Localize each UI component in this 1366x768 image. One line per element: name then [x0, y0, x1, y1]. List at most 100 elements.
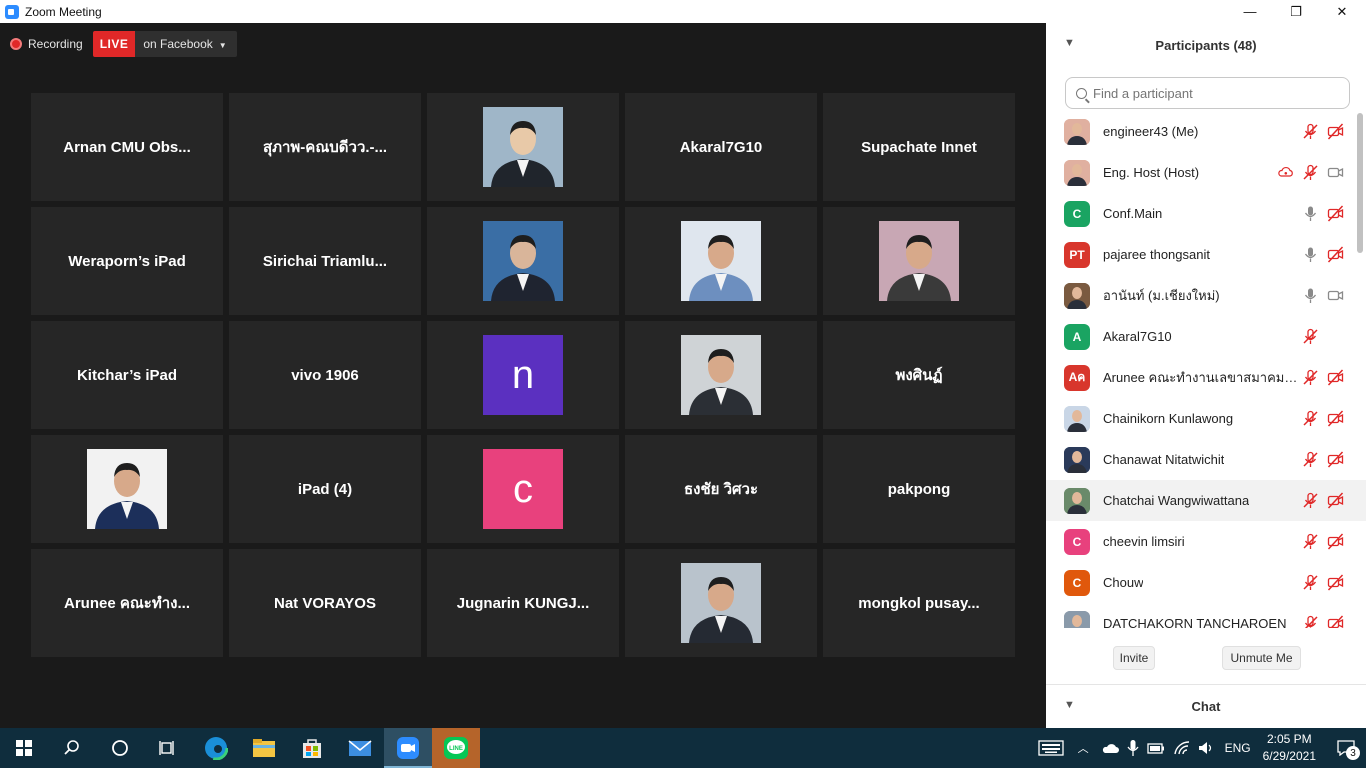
recording-label[interactable]: Recording — [28, 37, 83, 51]
video-tile[interactable]: Nat VORAYOS — [229, 549, 421, 657]
participant-row[interactable]: C Chouw — [1046, 562, 1366, 603]
zoom-taskbar-button[interactable] — [384, 728, 432, 768]
edge-taskbar-button[interactable] — [192, 728, 240, 768]
participant-name-label: iPad (4) — [297, 480, 353, 498]
live-badge[interactable]: LIVE — [92, 31, 136, 57]
chat-header[interactable]: ▼ Chat — [1046, 684, 1366, 728]
video-tile[interactable]: Supachate Innet — [823, 93, 1015, 201]
video-tile[interactable]: iPad (4) — [229, 435, 421, 543]
notification-center-button[interactable]: 3 — [1326, 728, 1366, 768]
participant-status-icons[interactable] — [1302, 410, 1344, 427]
video-stage: Recording LIVE on Facebook ▼ Arnan CMU Ob… — [0, 23, 1046, 728]
participant-status-icons[interactable] — [1302, 533, 1344, 550]
restore-button[interactable]: ❐ — [1273, 0, 1319, 23]
participant-row[interactable]: A Akaral7G10 — [1046, 316, 1366, 357]
mic-muted-icon — [1303, 492, 1318, 508]
title-bar: Zoom Meeting — ❐ ✕ — [0, 0, 1366, 23]
video-tile[interactable]: Jugnarin KUNGJ... — [427, 549, 619, 657]
participant-status-icons[interactable] — [1277, 164, 1344, 181]
video-tile[interactable]: Arunee คณะทำง... — [31, 549, 223, 657]
participant-status-icons[interactable] — [1302, 328, 1344, 345]
video-tile[interactable] — [31, 435, 223, 543]
close-button[interactable]: ✕ — [1319, 0, 1365, 23]
collapse-chevron-icon[interactable]: ▼ — [1064, 37, 1075, 49]
participant-list-scrollbar[interactable] — [1357, 113, 1363, 253]
participant-search[interactable] — [1065, 77, 1350, 109]
participant-row[interactable]: PT pajaree thongsanit — [1046, 234, 1366, 275]
participant-status-icons[interactable] — [1302, 205, 1344, 222]
window-title: Zoom Meeting — [25, 4, 102, 19]
mail-button[interactable] — [336, 728, 384, 768]
participant-row[interactable]: Chatchai Wangwiwattana — [1046, 480, 1366, 521]
mic-icon — [1304, 247, 1317, 262]
video-tile[interactable]: พงศินฏ์ — [823, 321, 1015, 429]
video-tile[interactable]: สุภาพ-คณบดีวว.-... — [229, 93, 421, 201]
search-taskbar-button[interactable] — [48, 728, 96, 768]
profile-photo — [681, 335, 761, 415]
participant-row[interactable]: Chainikorn Kunlawong — [1046, 398, 1366, 439]
participant-row[interactable]: engineer43 (Me) — [1046, 111, 1366, 152]
language-indicator[interactable]: ENG — [1225, 741, 1251, 755]
participant-status-icons[interactable] — [1302, 287, 1344, 304]
participant-row[interactable]: อานันท์ (ม.เชียงใหม่) — [1046, 275, 1366, 316]
video-tile[interactable] — [625, 321, 817, 429]
cortana-button[interactable] — [96, 728, 144, 768]
taskbar-search-icon — [64, 740, 79, 755]
participant-row[interactable]: Aค Arunee คณะทำงานเลขาสมาคมคณบ... — [1046, 357, 1366, 398]
video-tile[interactable] — [625, 549, 817, 657]
chevron-up-icon[interactable]: ︿ — [1078, 740, 1089, 756]
participant-status-icons[interactable] — [1302, 123, 1344, 140]
chat-chevron-icon[interactable]: ▼ — [1064, 699, 1075, 711]
video-tile[interactable]: Sirichai Triamlu... — [229, 207, 421, 315]
video-tile[interactable]: vivo 1906 — [229, 321, 421, 429]
participant-status-icons[interactable] — [1302, 369, 1344, 386]
participants-title: Participants (48) — [1155, 37, 1257, 53]
store-button[interactable] — [288, 728, 336, 768]
task-view-button[interactable] — [144, 728, 192, 768]
participant-name-label: Weraporn’s iPad — [68, 252, 186, 270]
participant-status-icons[interactable] — [1302, 574, 1344, 591]
video-tile[interactable]: ธงชัย วิศวะ — [625, 435, 817, 543]
unmute-me-button[interactable]: Unmute Me — [1222, 646, 1301, 670]
video-tile[interactable] — [427, 207, 619, 315]
video-tile[interactable]: Arnan CMU Obs... — [31, 93, 223, 201]
participant-name-label: vivo 1906 — [291, 366, 359, 384]
participant-status-icons[interactable] — [1302, 246, 1344, 263]
participant-status-icons[interactable] — [1302, 492, 1344, 509]
live-target-label: on Facebook — [143, 37, 213, 51]
participant-row[interactable]: Chanawat Nitatwichit — [1046, 439, 1366, 480]
participant-status-icons[interactable] — [1302, 451, 1344, 468]
line-taskbar-button[interactable]: LINE — [432, 728, 480, 768]
mic-muted-icon — [1303, 533, 1318, 549]
participant-avatar — [1064, 282, 1090, 309]
video-tile[interactable]: n — [427, 321, 619, 429]
participant-row[interactable]: DATCHAKORN TANCHAROEN — [1046, 603, 1366, 628]
letter-avatar: c — [483, 449, 563, 529]
participant-row[interactable]: C Conf.Main — [1046, 193, 1366, 234]
video-tile[interactable] — [625, 207, 817, 315]
live-target-dropdown[interactable]: on Facebook ▼ — [135, 31, 237, 57]
participant-name: อานันท์ (ม.เชียงใหม่) — [1103, 288, 1220, 303]
mic-muted-icon — [1303, 574, 1318, 590]
participant-status-icons[interactable] — [1302, 615, 1344, 628]
participant-row[interactable]: Ccheevin limsiri — [1046, 521, 1366, 562]
video-tile[interactable]: mongkol pusay... — [823, 549, 1015, 657]
task-view-icon — [159, 741, 174, 755]
invite-button[interactable]: Invite — [1113, 646, 1155, 670]
onedrive-icon — [1102, 744, 1119, 753]
participant-row[interactable]: Eng. Host (Host) — [1046, 152, 1366, 193]
start-button[interactable] — [0, 728, 48, 768]
video-off-icon — [1327, 410, 1344, 427]
video-tile[interactable] — [823, 207, 1015, 315]
clock[interactable]: 2:05 PM 6/29/2021 — [1263, 731, 1316, 765]
video-tile[interactable]: Weraporn’s iPad — [31, 207, 223, 315]
profile-photo — [87, 449, 167, 529]
video-tile[interactable]: c — [427, 435, 619, 543]
video-tile[interactable]: Akaral7G10 — [625, 93, 817, 201]
video-tile[interactable] — [427, 93, 619, 201]
search-input[interactable] — [1093, 85, 1323, 101]
file-explorer-button[interactable] — [240, 728, 288, 768]
video-tile[interactable]: Kitchar’s iPad — [31, 321, 223, 429]
minimize-button[interactable]: — — [1227, 0, 1273, 23]
video-tile[interactable]: pakpong — [823, 435, 1015, 543]
